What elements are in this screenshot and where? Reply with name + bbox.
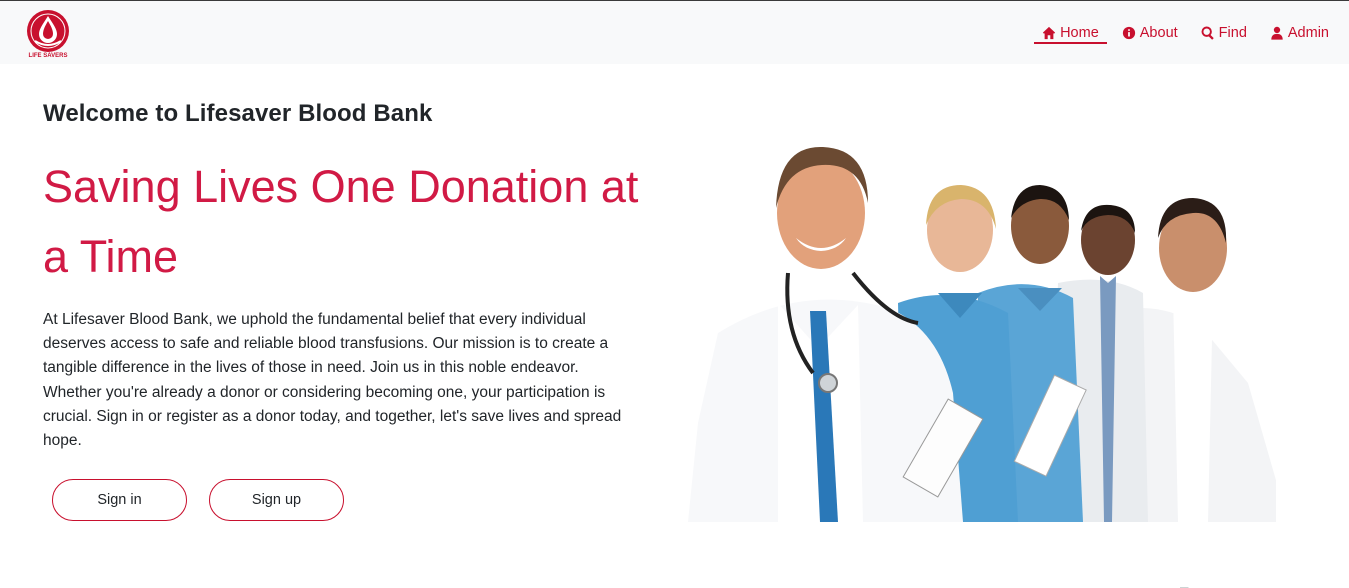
nav-home-label: Home: [1060, 24, 1099, 41]
nav-admin[interactable]: Admin: [1270, 1, 1329, 64]
user-icon: [1271, 26, 1283, 40]
home-icon: [1042, 26, 1056, 39]
welcome-heading: Welcome to Lifesaver Blood Bank: [43, 100, 433, 127]
sign-up-button[interactable]: Sign up: [209, 479, 344, 521]
top-navbar: LIFE SAVERS Home About Find Admin: [0, 1, 1349, 64]
info-icon: [1122, 26, 1135, 39]
footer-partial: [1180, 580, 1335, 588]
hero-headline: Saving Lives One Donation at a Time: [43, 161, 639, 282]
nav-about[interactable]: About: [1122, 1, 1178, 64]
sign-in-button[interactable]: Sign in: [52, 479, 187, 521]
search-icon: [1201, 26, 1214, 40]
doctors-team-image: [688, 133, 1288, 522]
nav-find-label: Find: [1218, 24, 1247, 41]
svg-text:LIFE SAVERS: LIFE SAVERS: [29, 53, 68, 59]
lifesaver-logo[interactable]: LIFE SAVERS: [25, 7, 71, 59]
hero-paragraph: At Lifesaver Blood Bank, we uphold the f…: [43, 311, 622, 450]
nav-home[interactable]: Home: [1034, 1, 1107, 64]
main-nav: Home About Find Admin: [1019, 1, 1329, 64]
nav-find[interactable]: Find: [1201, 1, 1247, 64]
nav-admin-label: Admin: [1287, 24, 1329, 41]
nav-about-label: About: [1139, 24, 1178, 41]
